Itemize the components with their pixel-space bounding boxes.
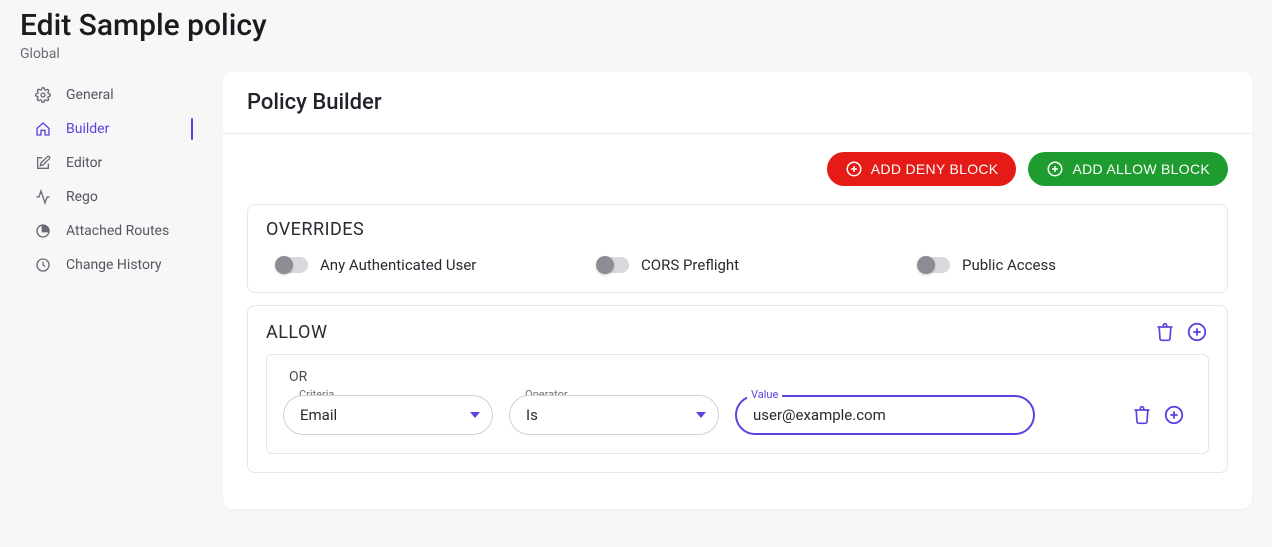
edit-icon	[34, 154, 52, 172]
sidebar-item-label: Attached Routes	[66, 223, 169, 239]
button-label: ADD ALLOW BLOCK	[1072, 161, 1210, 177]
sidebar-item-builder[interactable]: Builder	[20, 112, 195, 146]
caret-down-icon	[696, 412, 706, 418]
criteria-value: Email	[300, 406, 337, 424]
sidebar-item-label: Change History	[66, 257, 161, 273]
override-any-authenticated-user: Any Authenticated User	[276, 256, 557, 274]
override-label: Public Access	[962, 256, 1056, 274]
value-label: Value	[747, 388, 782, 401]
sidebar-item-label: General	[66, 87, 114, 103]
plus-circle-icon	[1046, 160, 1064, 178]
main-card: Policy Builder ADD DENY BLOCK	[223, 72, 1252, 509]
criteria-select[interactable]: Email	[283, 395, 493, 435]
override-public-access: Public Access	[918, 256, 1199, 274]
home-icon	[34, 120, 52, 138]
rule-row: Criteria Email Operator	[283, 395, 1192, 435]
sidebar: General Builder Editor	[20, 72, 195, 282]
sidebar-item-attached-routes[interactable]: Attached Routes	[20, 214, 195, 248]
clock-icon	[34, 256, 52, 274]
page-title: Edit Sample policy	[20, 8, 1252, 44]
value-field: Value	[735, 395, 1035, 435]
override-cors-preflight: CORS Preflight	[597, 256, 878, 274]
sidebar-item-label: Builder	[66, 121, 109, 137]
allow-block-card: ALLOW	[247, 305, 1228, 473]
action-row: ADD DENY BLOCK ADD ALLOW BLOCK	[247, 152, 1228, 186]
card-title: Policy Builder	[247, 90, 1228, 115]
value-input[interactable]	[753, 406, 1017, 424]
override-label: Any Authenticated User	[320, 256, 476, 274]
allow-block-title: ALLOW	[266, 322, 327, 343]
rule-joiner: OR	[289, 369, 1192, 385]
operator-field: Operator Is	[509, 395, 719, 435]
operator-select[interactable]: Is	[509, 395, 719, 435]
sidebar-item-label: Editor	[66, 155, 102, 171]
toggle-cors-preflight[interactable]	[597, 257, 629, 273]
pie-chart-icon	[34, 222, 52, 240]
value-input-wrap	[735, 395, 1035, 435]
toggle-public-access[interactable]	[918, 257, 950, 273]
delete-allow-block-button[interactable]	[1153, 320, 1177, 344]
sidebar-item-change-history[interactable]: Change History	[20, 248, 195, 282]
overrides-title: OVERRIDES	[266, 219, 364, 240]
rule-group: OR Criteria Email	[266, 354, 1209, 454]
add-allow-block-button[interactable]: ADD ALLOW BLOCK	[1028, 152, 1228, 186]
add-deny-block-button[interactable]: ADD DENY BLOCK	[827, 152, 1017, 186]
page-subtitle: Global	[20, 46, 1252, 62]
sidebar-item-rego[interactable]: Rego	[20, 180, 195, 214]
caret-down-icon	[470, 412, 480, 418]
gear-icon	[34, 86, 52, 104]
sidebar-item-general[interactable]: General	[20, 78, 195, 112]
toggle-any-authenticated-user[interactable]	[276, 257, 308, 273]
delete-rule-button[interactable]	[1130, 403, 1154, 427]
overrides-card: OVERRIDES Any Authenticated User CORS Pr…	[247, 204, 1228, 293]
page-header: Edit Sample policy Global	[20, 8, 1252, 62]
sidebar-item-label: Rego	[66, 189, 98, 205]
operator-value: Is	[526, 406, 538, 424]
plus-circle-icon	[845, 160, 863, 178]
add-rule-button[interactable]	[1162, 403, 1186, 427]
activity-icon	[34, 188, 52, 206]
button-label: ADD DENY BLOCK	[871, 161, 999, 177]
sidebar-item-editor[interactable]: Editor	[20, 146, 195, 180]
add-rule-group-button[interactable]	[1185, 320, 1209, 344]
override-label: CORS Preflight	[641, 256, 739, 274]
criteria-field: Criteria Email	[283, 395, 493, 435]
